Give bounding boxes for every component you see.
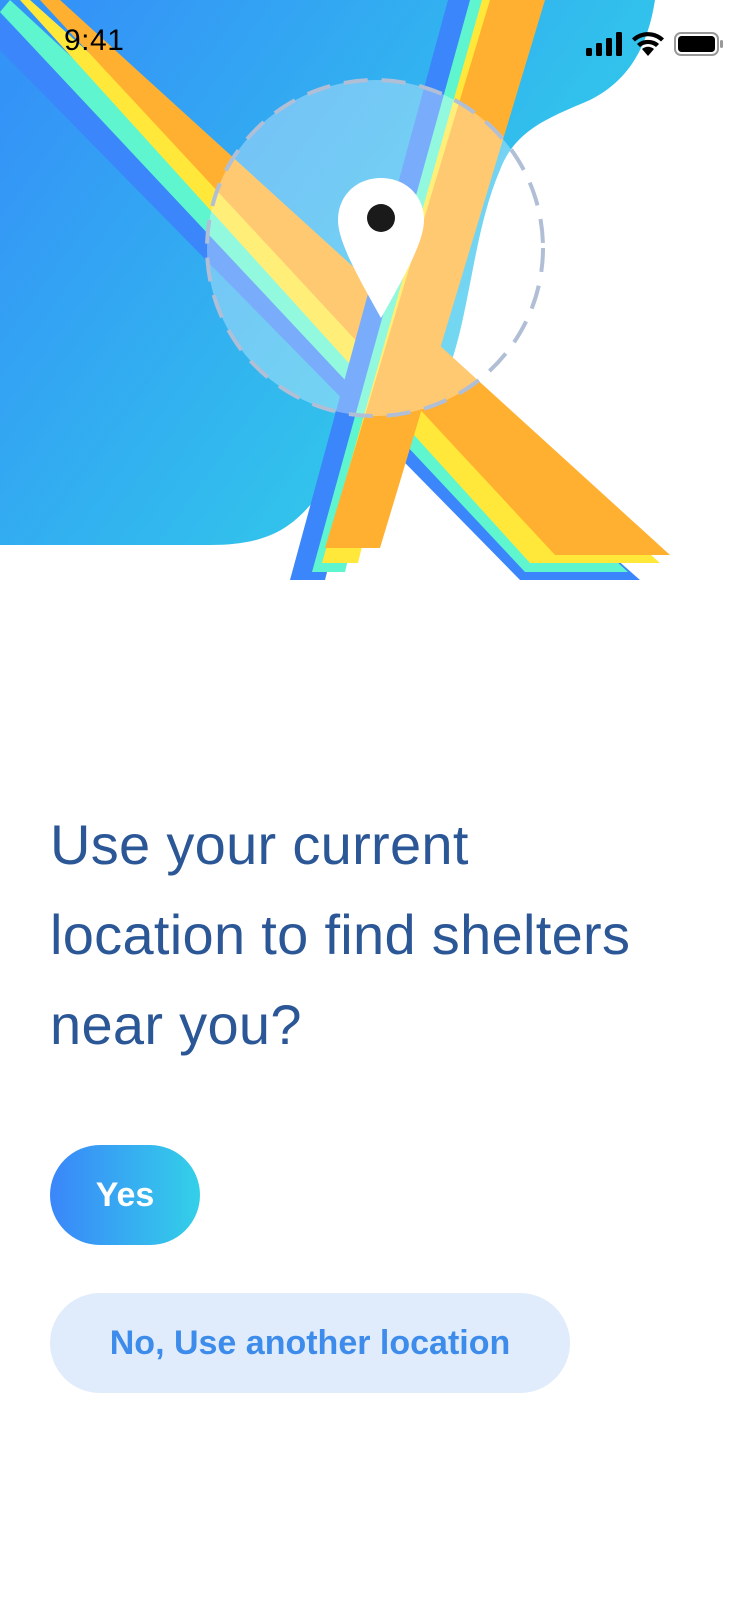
cellular-signal-icon xyxy=(586,32,622,56)
status-icons xyxy=(586,30,724,58)
prompt-heading: Use your current location to find shelte… xyxy=(50,800,710,1070)
use-another-location-button[interactable]: No, Use another location xyxy=(50,1293,570,1393)
prompt-line-2: location to find shelters xyxy=(50,903,631,966)
wifi-icon xyxy=(632,32,664,56)
battery-icon xyxy=(674,32,723,56)
use-another-location-label: No, Use another location xyxy=(109,1323,511,1362)
location-pin-icon xyxy=(336,178,426,320)
status-time: 9:41 xyxy=(64,24,125,57)
yes-button[interactable]: Yes xyxy=(50,1145,200,1245)
prompt-line-1: Use your current xyxy=(50,813,469,876)
status-bar: 9:41 xyxy=(0,0,750,90)
prompt-line-3: near you? xyxy=(50,993,302,1056)
yes-button-label: Yes xyxy=(95,1175,155,1214)
